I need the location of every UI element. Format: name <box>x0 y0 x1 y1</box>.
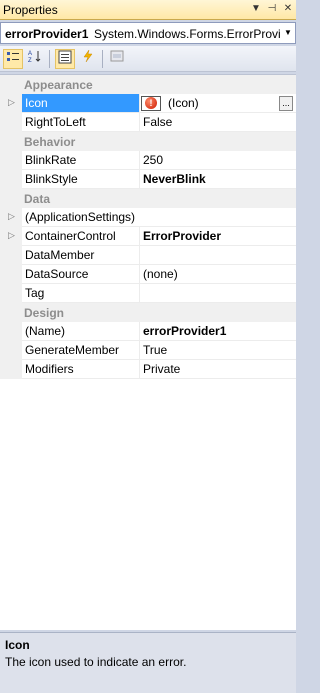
category-appearance[interactable]: Appearance <box>0 75 296 94</box>
categorized-icon[interactable] <box>3 49 23 69</box>
alphabetical-sort-icon[interactable]: AZ <box>25 49 45 69</box>
close-icon[interactable]: ✕ <box>282 2 294 16</box>
window-title: Properties <box>3 3 58 17</box>
property-icon[interactable]: ▷ Icon ! (Icon) ... <box>0 94 296 113</box>
category-behavior[interactable]: Behavior <box>0 132 296 151</box>
properties-view-icon[interactable] <box>55 49 75 69</box>
properties-toolbar: AZ <box>0 46 296 72</box>
category-data[interactable]: Data <box>0 189 296 208</box>
description-pane: Icon The icon used to indicate an error. <box>0 632 296 693</box>
property-generate-member[interactable]: GenerateMember True <box>0 341 296 360</box>
window-position-icon[interactable]: ▼ <box>250 2 262 16</box>
expand-arrow-icon[interactable]: ▷ <box>8 97 15 108</box>
events-lightning-icon[interactable] <box>78 49 98 69</box>
property-blink-style[interactable]: BlinkStyle NeverBlink <box>0 170 296 189</box>
error-icon-preview: ! <box>141 96 161 111</box>
svg-text:Z: Z <box>28 58 32 63</box>
description-title: Icon <box>5 638 30 652</box>
object-type: System.Windows.Forms.ErrorProvic <box>94 27 280 41</box>
expand-arrow-icon[interactable]: ▷ <box>8 230 15 241</box>
property-modifiers[interactable]: Modifiers Private <box>0 360 296 379</box>
property-blink-rate[interactable]: BlinkRate 250 <box>0 151 296 170</box>
title-bar: Properties ▼ ⊣ ✕ <box>0 0 296 20</box>
description-text: The icon used to indicate an error. <box>5 655 187 669</box>
svg-text:A: A <box>28 51 32 57</box>
ellipsis-button[interactable]: ... <box>279 96 293 111</box>
property-data-source[interactable]: DataSource (none) <box>0 265 296 284</box>
expand-arrow-icon[interactable]: ▷ <box>8 211 15 222</box>
chevron-down-icon[interactable]: ▼ <box>281 23 295 43</box>
object-selector[interactable]: errorProvider1 System.Windows.Forms.Erro… <box>0 22 296 44</box>
property-application-settings[interactable]: ▷ (ApplicationSettings) <box>0 208 296 227</box>
property-container-control[interactable]: ▷ ContainerControl ErrorProvider <box>0 227 296 246</box>
property-grid: Appearance ▷ Icon ! (Icon) ... RightToLe… <box>0 74 296 630</box>
property-data-member[interactable]: DataMember <box>0 246 296 265</box>
property-right-to-left[interactable]: RightToLeft False <box>0 113 296 132</box>
property-tag[interactable]: Tag <box>0 284 296 303</box>
error-icon: ! <box>145 97 157 109</box>
auto-hide-pin-icon[interactable]: ⊣ <box>266 2 278 16</box>
category-design[interactable]: Design <box>0 303 296 322</box>
property-pages-icon[interactable] <box>107 49 127 69</box>
object-name: errorProvider1 <box>5 27 89 41</box>
property-name[interactable]: (Name) errorProvider1 <box>0 322 296 341</box>
